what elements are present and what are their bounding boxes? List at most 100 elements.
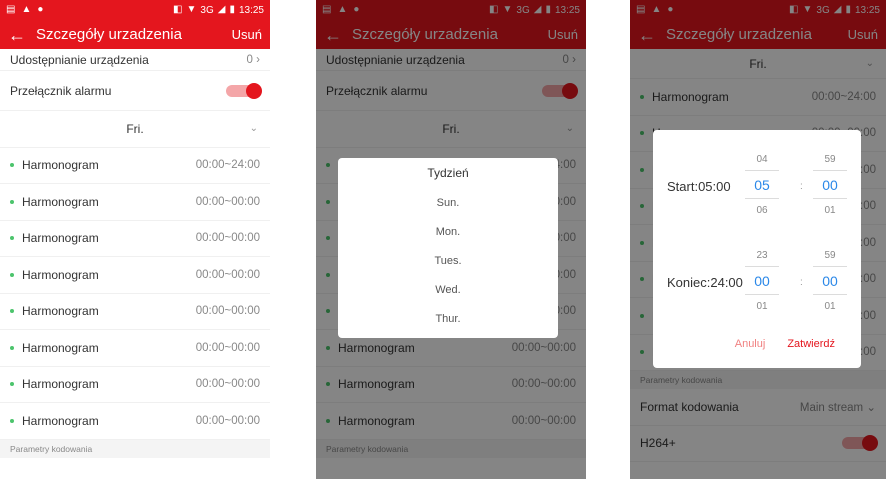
- bullet-dot: [10, 418, 14, 423]
- bullet-dot: [10, 236, 14, 241]
- wheel-divider: [745, 266, 779, 267]
- schedule-row[interactable]: Harmonogram 00:00~00:00: [0, 221, 270, 257]
- warning-icon: ▲: [21, 4, 32, 15]
- signal-icon: ◢: [217, 4, 226, 15]
- time-separator: :: [800, 277, 803, 288]
- bullet-dot: [10, 309, 14, 314]
- start-time-picker: Start:05:00 04 05 06 : 59 00 01: [653, 146, 861, 226]
- schedule-time: 00:00~00:00: [195, 268, 260, 281]
- cancel-button[interactable]: Anuluj: [735, 338, 766, 350]
- alarm-switch-row: Przełącznik alarmu: [0, 71, 270, 111]
- network-type: 3G: [200, 4, 214, 16]
- dialog-actions: Anuluj Zatwierdź: [653, 338, 861, 350]
- app-bar: ← Szczegóły urzadzenia Usuń: [0, 20, 270, 49]
- wifi-icon: ▼: [186, 4, 197, 15]
- schedule-row[interactable]: Harmonogram 00:00~24:00: [0, 148, 270, 184]
- chevron-right-icon: ›: [256, 53, 260, 66]
- device-sharing-row[interactable]: Udostępnianie urządzenia 0 ›: [0, 49, 270, 71]
- wheel-divider: [813, 294, 847, 295]
- alarm-toggle[interactable]: [226, 82, 262, 99]
- wheel-divider: [813, 198, 847, 199]
- toggle-knob: [246, 82, 262, 99]
- schedule-label: Harmonogram: [22, 158, 99, 173]
- schedule-label: Harmonogram: [22, 267, 99, 282]
- schedule-time: 00:00~00:00: [195, 414, 260, 427]
- wheel-divider: [745, 294, 779, 295]
- chevron-down-icon: ⌄: [249, 123, 258, 135]
- wheel-next-value: 06: [756, 205, 768, 216]
- end-minute-wheel[interactable]: 59 00 01: [809, 242, 851, 322]
- wheel-divider: [813, 266, 847, 267]
- delete-button[interactable]: Usuń: [232, 27, 262, 42]
- schedule-time: 00:00~00:00: [195, 195, 260, 208]
- screen-device-details: ▤ ▲ ● ◧ ▼ 3G ◢ ▮ 13:25 ← Szczegóły urzad…: [0, 0, 270, 479]
- schedule-time: 00:00~24:00: [195, 159, 260, 172]
- schedule-row[interactable]: Harmonogram 00:00~00:00: [0, 367, 270, 403]
- schedule-label: Harmonogram: [22, 413, 99, 428]
- day-selector[interactable]: Fri. ⌄: [0, 111, 270, 148]
- alarm-switch-label: Przełącznik alarmu: [10, 83, 112, 98]
- bullet-dot: [10, 272, 14, 277]
- day-option[interactable]: Sun.: [338, 188, 558, 217]
- start-hour-wheel[interactable]: 04 05 06: [741, 146, 783, 226]
- page-title: Szczegóły urzadzenia: [36, 26, 182, 43]
- device-sharing-label: Udostępnianie urządzenia: [10, 52, 149, 67]
- schedule-label: Harmonogram: [22, 340, 99, 355]
- day-option[interactable]: Thur.: [338, 304, 558, 333]
- wheel-prev-value: 59: [824, 250, 836, 261]
- bullet-dot: [10, 345, 14, 350]
- wheel-prev-value: 59: [824, 154, 836, 165]
- wheel-current-value: 00: [822, 273, 838, 289]
- week-day-dialog: Tydzień Sun. Mon. Tues. Wed. Thur.: [338, 158, 558, 338]
- schedule-label: Harmonogram: [22, 377, 99, 392]
- screen-week-dialog: ▤ ▲ ● ◧ ▼ 3G ◢ ▮ 13:25 ← Szczegóły urzad…: [316, 0, 586, 479]
- schedule-row[interactable]: Harmonogram 00:00~00:00: [0, 403, 270, 440]
- start-label: Start:05:00: [667, 179, 731, 194]
- wheel-divider: [745, 198, 779, 199]
- day-option[interactable]: Mon.: [338, 217, 558, 246]
- schedule-label: Harmonogram: [22, 304, 99, 319]
- end-label: Koniec:24:00: [667, 275, 743, 290]
- schedule-time: 00:00~00:00: [195, 341, 260, 354]
- device-sharing-value: 0 ›: [246, 53, 260, 66]
- wheel-divider: [813, 170, 847, 171]
- schedule-row[interactable]: Harmonogram 00:00~00:00: [0, 330, 270, 367]
- end-time-picker: Koniec:24:00 23 00 01 : 59 00 01: [653, 242, 861, 322]
- wheel-current-value: 00: [754, 273, 770, 289]
- encoding-section-header: Parametry kodowania: [0, 439, 270, 458]
- wheel-current-value: 05: [754, 177, 770, 193]
- wheel-divider: [745, 170, 779, 171]
- wheel-prev-value: 04: [756, 154, 768, 165]
- day-option[interactable]: Wed.: [338, 275, 558, 304]
- schedule-label: Harmonogram: [22, 231, 99, 246]
- confirm-button[interactable]: Zatwierdź: [787, 338, 835, 350]
- time-separator: :: [800, 181, 803, 192]
- bullet-dot: [10, 382, 14, 387]
- schedule-row[interactable]: Harmonogram 00:00~00:00: [0, 257, 270, 294]
- wheel-current-value: 00: [822, 177, 838, 193]
- app-icon: ●: [37, 4, 44, 15]
- schedule-label: Harmonogram: [22, 194, 99, 209]
- arrow-left-icon[interactable]: ←: [8, 26, 26, 44]
- wheel-next-value: 01: [756, 301, 768, 312]
- selected-day: Fri.: [126, 121, 144, 136]
- schedule-time: 00:00~00:00: [195, 378, 260, 391]
- bullet-dot: [10, 163, 14, 168]
- status-bar: ▤ ▲ ● ◧ ▼ 3G ◢ ▮ 13:25: [0, 0, 270, 20]
- schedule-time: 00:00~00:00: [195, 232, 260, 245]
- notification-icon: ▤: [6, 4, 16, 15]
- battery-icon: ▮: [229, 4, 235, 15]
- schedule-row[interactable]: Harmonogram 00:00~00:00: [0, 184, 270, 221]
- wheel-next-value: 01: [824, 205, 836, 216]
- schedule-time: 00:00~00:00: [195, 305, 260, 318]
- clock: 13:25: [238, 4, 264, 16]
- schedule-row[interactable]: Harmonogram 00:00~00:00: [0, 294, 270, 330]
- start-minute-wheel[interactable]: 59 00 01: [809, 146, 851, 226]
- wheel-next-value: 01: [824, 301, 836, 312]
- screen-time-picker: ▤ ▲ ● ◧ ▼ 3G ◢ ▮ 13:25 ← Szczegóły urzad…: [630, 0, 886, 479]
- wheel-prev-value: 23: [756, 250, 768, 261]
- day-option[interactable]: Tues.: [338, 246, 558, 275]
- bullet-dot: [10, 199, 14, 204]
- end-hour-wheel[interactable]: 23 00 01: [741, 242, 783, 322]
- dialog-title: Tydzień: [427, 166, 469, 180]
